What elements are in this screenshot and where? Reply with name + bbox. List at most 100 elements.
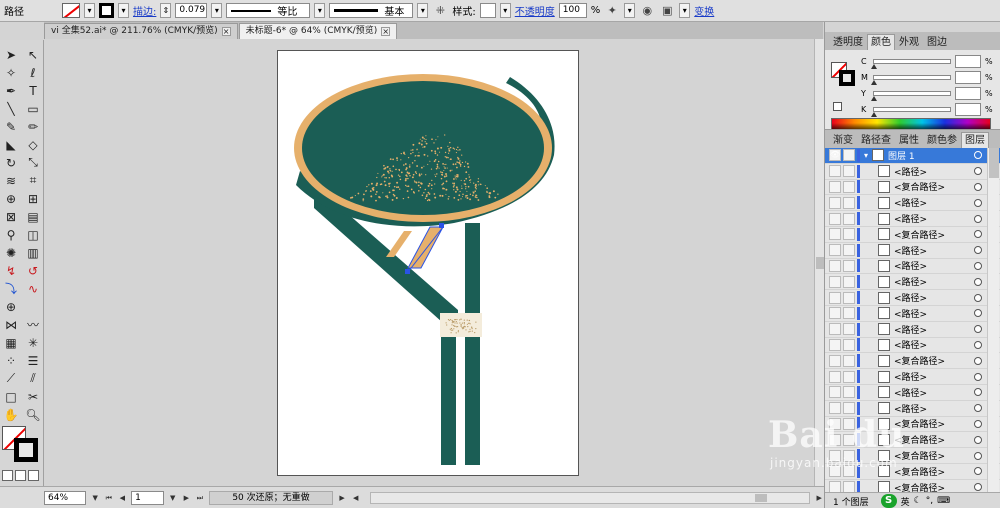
lock-toggle[interactable] bbox=[843, 433, 855, 446]
zoom-field[interactable]: 64% bbox=[44, 490, 87, 505]
eye-icon[interactable]: 👁︎ bbox=[829, 149, 841, 162]
target-icon[interactable] bbox=[974, 293, 982, 302]
mesh-tool-icon[interactable]: ⊠ bbox=[1, 208, 21, 225]
horizontal-scrollbar[interactable] bbox=[370, 491, 811, 504]
reflect-tool-icon[interactable]: ⤵ bbox=[1, 280, 21, 297]
sublayer-row[interactable]: <复合路径> bbox=[825, 353, 1000, 370]
pole-right-upper[interactable] bbox=[465, 223, 480, 315]
pencil-tool-icon[interactable]: ✏ bbox=[23, 118, 43, 135]
eye-toggle[interactable] bbox=[829, 417, 841, 430]
target-icon[interactable] bbox=[974, 309, 982, 318]
selection-tool-icon[interactable]: ➤ bbox=[1, 46, 21, 63]
layer-name[interactable]: 图层 1 bbox=[888, 149, 974, 162]
scroll-left-icon[interactable]: ◀ bbox=[351, 492, 361, 504]
stroke-weight-dropdown-icon[interactable]: ▾ bbox=[211, 3, 223, 18]
target-icon[interactable] bbox=[974, 261, 982, 270]
sublayer-row[interactable]: <复合路径> bbox=[825, 432, 1000, 449]
sublayer-name[interactable]: <路径> bbox=[894, 259, 974, 272]
eraser-tool-icon[interactable]: ◇ bbox=[23, 136, 43, 153]
lock-toggle[interactable] bbox=[843, 180, 855, 193]
sublayer-name[interactable]: <路径> bbox=[894, 338, 974, 351]
zoom-tool-icon[interactable]: 🔍︎ bbox=[23, 406, 43, 423]
opacity-field[interactable]: 100 bbox=[558, 3, 587, 18]
lock-toggle[interactable] bbox=[843, 259, 855, 272]
fill-swatch[interactable] bbox=[62, 3, 80, 18]
sublayer-name[interactable]: <复合路径> bbox=[894, 180, 974, 193]
sublayer-name[interactable]: <路径> bbox=[894, 370, 974, 383]
warp-tool-icon[interactable]: ≋ bbox=[1, 172, 21, 189]
scale-tool-icon[interactable]: ⤡ bbox=[23, 154, 43, 171]
sublayer-name[interactable]: <复合路径> bbox=[894, 465, 974, 478]
gradient-tool-icon[interactable]: ▤ bbox=[23, 208, 43, 225]
tab-color[interactable]: 颜色 bbox=[867, 34, 895, 50]
sublayer-row[interactable]: <路径> bbox=[825, 385, 1000, 401]
close-icon[interactable]: × bbox=[381, 27, 391, 36]
align-dropdown-icon[interactable]: ▾ bbox=[679, 3, 691, 18]
eye-toggle[interactable] bbox=[829, 196, 841, 209]
target-icon[interactable] bbox=[974, 483, 982, 492]
sublayer-name[interactable]: <路径> bbox=[894, 402, 974, 415]
brush-dropdown-icon[interactable]: ▾ bbox=[417, 3, 429, 18]
eye-toggle[interactable] bbox=[829, 259, 841, 272]
layer-row[interactable]: 👁︎ ▾ 图层 1 bbox=[825, 148, 1000, 164]
lock-toggle[interactable] bbox=[843, 228, 855, 241]
tab-transparency[interactable]: 透明度 bbox=[829, 34, 867, 50]
eye-toggle[interactable] bbox=[829, 323, 841, 336]
shape-builder-tool-icon[interactable]: ⊕ bbox=[1, 190, 21, 207]
sublayer-name[interactable]: <路径> bbox=[894, 291, 974, 304]
artboard-dropdown-icon[interactable]: ▼ bbox=[168, 492, 178, 504]
profile-dropdown-icon[interactable]: ▾ bbox=[314, 3, 326, 18]
sublayer-row[interactable]: <路径> bbox=[825, 243, 1000, 259]
lock-toggle[interactable] bbox=[843, 354, 855, 367]
target-icon[interactable] bbox=[974, 388, 982, 397]
sublayer-name[interactable]: <复合路径> bbox=[894, 354, 974, 367]
eye-toggle[interactable] bbox=[829, 449, 841, 462]
artboard-tool-icon[interactable]: □ bbox=[1, 388, 21, 405]
target-icon[interactable] bbox=[974, 435, 982, 444]
globe-icon[interactable]: ◉ bbox=[639, 3, 655, 19]
sublayer-row[interactable]: <路径> bbox=[825, 322, 1000, 338]
type-tool-icon[interactable]: T bbox=[23, 82, 43, 99]
channel-slider[interactable] bbox=[871, 106, 951, 117]
channel-field[interactable] bbox=[955, 54, 981, 68]
channel-field[interactable] bbox=[955, 102, 981, 116]
lock-toggle[interactable] bbox=[843, 338, 855, 351]
sublayer-name[interactable]: <路径> bbox=[894, 212, 974, 225]
status-menu-icon[interactable]: ▶ bbox=[337, 492, 347, 504]
default-colors-icon[interactable] bbox=[833, 102, 842, 111]
eye-toggle[interactable] bbox=[829, 165, 841, 178]
target-icon[interactable] bbox=[974, 214, 982, 223]
vertical-scrollbar[interactable] bbox=[814, 39, 824, 486]
first-artboard-icon[interactable]: ⏮ bbox=[104, 492, 114, 504]
grid-tool-icon[interactable]: ▦ bbox=[1, 334, 21, 351]
sublayer-row[interactable]: <路径> bbox=[825, 338, 1000, 354]
lock-toggle[interactable] bbox=[843, 449, 855, 462]
channel-field[interactable] bbox=[955, 86, 981, 100]
sublayer-name[interactable]: <复合路径> bbox=[894, 417, 974, 430]
color-stroke-swatch[interactable] bbox=[839, 70, 855, 86]
lock-toggle[interactable] bbox=[843, 323, 855, 336]
eye-toggle[interactable] bbox=[829, 244, 841, 257]
style-dropdown-icon[interactable]: ▾ bbox=[499, 3, 511, 18]
eye-toggle[interactable] bbox=[829, 307, 841, 320]
blob-brush-tool-icon[interactable]: ◣ bbox=[1, 136, 21, 153]
target-icon[interactable] bbox=[974, 167, 982, 176]
free-transform-tool-icon[interactable]: ⌗ bbox=[23, 172, 43, 189]
target-icon[interactable] bbox=[974, 151, 982, 160]
last-artboard-icon[interactable]: ⏭ bbox=[195, 492, 205, 504]
lock-toggle[interactable] bbox=[843, 165, 855, 178]
expand-triangle-icon[interactable]: ▾ bbox=[864, 151, 868, 160]
sublayer-row[interactable]: <复合路径> bbox=[825, 464, 1000, 480]
stroke-weight-field[interactable]: 0.079 bbox=[175, 3, 208, 18]
align-icon[interactable]: ▣ bbox=[659, 3, 675, 19]
sublayer-row[interactable]: <路径> bbox=[825, 164, 1000, 180]
scatter-tool-icon[interactable]: ⁘ bbox=[1, 352, 21, 369]
scroll-thumb[interactable] bbox=[816, 257, 824, 269]
stroke-dropdown-icon[interactable]: ▾ bbox=[118, 3, 129, 18]
lock-toggle[interactable] bbox=[843, 307, 855, 320]
target-icon[interactable] bbox=[974, 404, 982, 413]
tab-gradient[interactable]: 渐变 bbox=[829, 132, 857, 148]
sublayer-row[interactable]: <路径> bbox=[825, 290, 1000, 306]
lock-toggle[interactable] bbox=[843, 196, 855, 209]
sublayer-name[interactable]: <复合路径> bbox=[894, 449, 974, 462]
